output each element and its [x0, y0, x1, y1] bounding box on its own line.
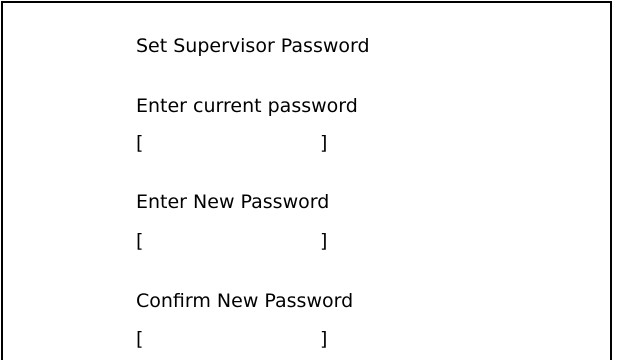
field-open-bracket: [	[136, 230, 144, 252]
set-supervisor-password-dialog: Set Supervisor Password Enter current pa…	[1, 1, 612, 360]
field-close-bracket: ]	[320, 328, 328, 350]
field-close-bracket: ]	[320, 230, 328, 252]
new-password-field[interactable]: [ ]	[136, 232, 336, 254]
field-close-bracket: ]	[320, 132, 328, 154]
current-password-field[interactable]: [ ]	[136, 134, 336, 156]
dialog-title: Set Supervisor Password	[136, 35, 370, 57]
current-password-label: Enter current password	[136, 95, 358, 117]
new-password-label: Enter New Password	[136, 191, 330, 213]
field-open-bracket: [	[136, 132, 144, 154]
confirm-password-label: Confirm New Password	[136, 290, 354, 312]
field-open-bracket: [	[136, 328, 144, 350]
confirm-password-field[interactable]: [ ]	[136, 330, 336, 352]
